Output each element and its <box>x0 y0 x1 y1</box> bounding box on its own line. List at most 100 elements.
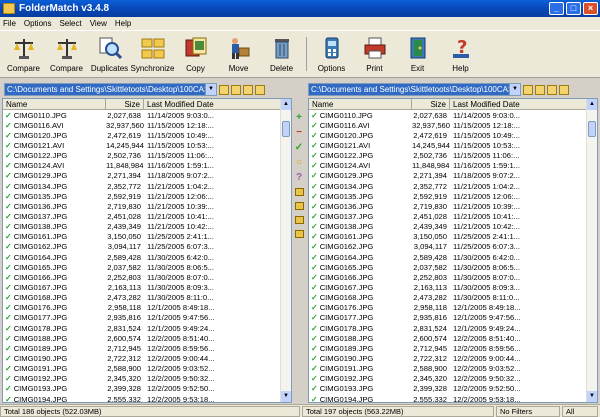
table-row[interactable]: ✓ CIMG0194.JPG 2,555,332 12/2/2005 9:53:18.… <box>3 394 291 403</box>
left-file-list[interactable]: Name Size Last Modified Date ✓ CIMG0110.J… <box>2 98 292 403</box>
column-header-name[interactable]: Name <box>309 99 412 109</box>
maximize-button[interactable]: □ <box>566 2 581 15</box>
table-row[interactable]: ✓ CIMG0178.JPG 2,831,524 12/1/2005 9:49:24.… <box>3 323 291 333</box>
menu-options[interactable]: Options <box>24 19 52 28</box>
column-header-date[interactable]: Last Modified Date <box>450 99 588 109</box>
scroll-thumb[interactable] <box>588 121 596 137</box>
table-row[interactable]: ✓ CIMG0190.JPG 2,722,312 12/2/2005 9:00:44.… <box>309 353 597 363</box>
folder-icon[interactable] <box>294 216 304 224</box>
table-row[interactable]: ✓ CIMG0166.JPG 2,252,803 11/30/2005 8:07:0.… <box>3 272 291 282</box>
table-row[interactable]: ✓ CIMG0122.JPG 2,502,736 11/15/2005 11:06:.… <box>3 151 291 161</box>
table-row[interactable]: ✓ CIMG0162.JPG 3,094,117 11/25/2005 6:07:3.… <box>3 242 291 252</box>
table-row[interactable]: ✓ CIMG0188.JPG 2,600,574 12/2/2005 8:51:40.… <box>309 333 597 343</box>
scroll-thumb[interactable] <box>282 121 290 137</box>
table-row[interactable]: ✓ CIMG0116.AVI 32,937,560 11/15/2005 12:18:… <box>3 120 291 130</box>
table-row[interactable]: ✓ CIMG0162.JPG 3,094,117 11/25/2005 6:07:3.… <box>309 242 597 252</box>
table-row[interactable]: ✓ CIMG0121.AVI 14,245,944 11/15/2005 10:53:… <box>309 140 597 150</box>
folder-open-icon[interactable] <box>219 84 229 95</box>
folder-new-icon[interactable] <box>243 84 253 95</box>
column-header-size[interactable]: Size <box>106 99 144 109</box>
column-header-size[interactable]: Size <box>412 99 450 109</box>
scroll-up-icon[interactable]: ▲ <box>281 99 291 110</box>
chevron-down-icon[interactable]: ▼ <box>509 84 520 95</box>
table-row[interactable]: ✓ CIMG0124.AVI 11,848,984 11/16/2005 1:59:1… <box>309 161 597 171</box>
table-row[interactable]: ✓ CIMG0189.JPG 2,712,945 12/2/2005 8:59:56.… <box>3 343 291 353</box>
table-row[interactable]: ✓ CIMG0190.JPG 2,722,312 12/2/2005 9:00:44.… <box>3 353 291 363</box>
exit-button[interactable]: Exit <box>396 31 439 77</box>
table-row[interactable]: ✓ CIMG0120.JPG 2,472,619 11/15/2005 10:49:.… <box>3 130 291 140</box>
folder-up-icon[interactable] <box>231 84 241 95</box>
question-icon[interactable]: ? <box>296 170 302 185</box>
compare-button[interactable]: Compare <box>2 31 45 77</box>
table-row[interactable]: ✓ CIMG0135.JPG 2,592,919 11/21/2005 12:06:.… <box>3 191 291 201</box>
delete-button[interactable]: Delete <box>260 31 303 77</box>
minus-icon[interactable]: − <box>296 125 302 140</box>
table-row[interactable]: ✓ CIMG0134.JPG 2,352,772 11/21/2005 1:04:2.… <box>3 181 291 191</box>
table-row[interactable]: ✓ CIMG0110.JPG 2,027,638 11/14/2005 9:03:0.… <box>3 110 291 120</box>
left-scrollbar[interactable]: ▲ ▼ <box>280 99 291 402</box>
minimize-button[interactable]: _ <box>549 2 564 15</box>
folder-open-icon[interactable] <box>523 84 533 95</box>
folder-icon[interactable] <box>294 230 304 238</box>
table-row[interactable]: ✓ CIMG0176.JPG 2,958,118 12/1/2005 8:49:18.… <box>309 303 597 313</box>
table-row[interactable]: ✓ CIMG0177.JPG 2,935,816 12/1/2005 9:47:56.… <box>309 313 597 323</box>
table-row[interactable]: ✓ CIMG0193.JPG 2,399,328 12/2/2005 9:52:50.… <box>3 384 291 394</box>
table-row[interactable]: ✓ CIMG0122.JPG 2,502,736 11/15/2005 11:06:.… <box>309 151 597 161</box>
right-scrollbar[interactable]: ▲ ▼ <box>586 99 597 402</box>
table-row[interactable]: ✓ CIMG0136.JPG 2,719,830 11/21/2005 10:39:.… <box>309 201 597 211</box>
table-row[interactable]: ✓ CIMG0177.JPG 2,935,816 12/1/2005 9:47:56.… <box>3 313 291 323</box>
compare-2-button[interactable]: Compare <box>45 31 88 77</box>
table-row[interactable]: ✓ CIMG0135.JPG 2,592,919 11/21/2005 12:06:.… <box>309 191 597 201</box>
table-row[interactable]: ✓ CIMG0178.JPG 2,831,524 12/1/2005 9:49:24.… <box>309 323 597 333</box>
table-row[interactable]: ✓ CIMG0189.JPG 2,712,945 12/2/2005 8:59:56.… <box>309 343 597 353</box>
print-button[interactable]: Print <box>353 31 396 77</box>
left-path-combo[interactable]: C:\Documents and Settings\Skittletoots\D… <box>4 83 217 96</box>
menu-select[interactable]: Select <box>59 19 81 28</box>
column-header-name[interactable]: Name <box>3 99 106 109</box>
circle-icon[interactable]: ○ <box>296 155 302 170</box>
right-file-list[interactable]: Name Size Last Modified Date ✓ CIMG0110.J… <box>308 98 598 403</box>
duplicates-button[interactable]: Duplicates <box>88 31 131 77</box>
plus-icon[interactable]: + <box>296 110 302 125</box>
table-row[interactable]: ✓ CIMG0165.JPG 2,037,582 11/30/2005 8:06:5.… <box>3 262 291 272</box>
table-row[interactable]: ✓ CIMG0192.JPG 2,345,320 12/2/2005 9:50:32.… <box>3 374 291 384</box>
table-row[interactable]: ✓ CIMG0116.AVI 32,937,560 11/15/2005 12:18:… <box>309 120 597 130</box>
table-row[interactable]: ✓ CIMG0164.JPG 2,589,428 11/30/2005 6:42:0.… <box>309 252 597 262</box>
table-row[interactable]: ✓ CIMG0191.JPG 2,588,900 12/2/2005 9:03:52.… <box>3 364 291 374</box>
folder-x-icon[interactable] <box>294 202 304 210</box>
synchronize-button[interactable]: Synchronize <box>130 31 175 77</box>
scroll-up-icon[interactable]: ▲ <box>587 99 597 110</box>
table-row[interactable]: ✓ CIMG0136.JPG 2,719,830 11/21/2005 10:39:.… <box>3 201 291 211</box>
table-row[interactable]: ✓ CIMG0165.JPG 2,037,582 11/30/2005 8:06:5.… <box>309 262 597 272</box>
table-row[interactable]: ✓ CIMG0120.JPG 2,472,619 11/15/2005 10:49:.… <box>309 130 597 140</box>
table-row[interactable]: ✓ CIMG0164.JPG 2,589,428 11/30/2005 6:42:0.… <box>3 252 291 262</box>
move-button[interactable]: Move <box>217 31 260 77</box>
table-row[interactable]: ✓ CIMG0161.JPG 3,150,050 11/25/2005 2:41:1.… <box>309 232 597 242</box>
menu-help[interactable]: Help <box>115 19 131 28</box>
table-row[interactable]: ✓ CIMG0188.JPG 2,600,574 12/2/2005 8:51:40.… <box>3 333 291 343</box>
scroll-down-icon[interactable]: ▼ <box>587 391 597 402</box>
table-row[interactable]: ✓ CIMG0138.JPG 2,439,349 11/21/2005 10:42:.… <box>3 222 291 232</box>
table-row[interactable]: ✓ CIMG0167.JPG 2,163,113 11/30/2005 8:09:3.… <box>3 282 291 292</box>
table-row[interactable]: ✓ CIMG0138.JPG 2,439,349 11/21/2005 10:42:.… <box>309 222 597 232</box>
table-row[interactable]: ✓ CIMG0191.JPG 2,588,900 12/2/2005 9:03:52.… <box>309 364 597 374</box>
table-row[interactable]: ✓ CIMG0129.JPG 2,271,394 11/18/2005 9:07:2.… <box>309 171 597 181</box>
table-row[interactable]: ✓ CIMG0134.JPG 2,352,772 11/21/2005 1:04:2.… <box>309 181 597 191</box>
table-row[interactable]: ✓ CIMG0137.JPG 2,451,028 11/21/2005 10:41:.… <box>309 211 597 221</box>
folder-icon[interactable] <box>294 188 304 196</box>
table-row[interactable]: ✓ CIMG0192.JPG 2,345,320 12/2/2005 9:50:32.… <box>309 374 597 384</box>
menu-view[interactable]: View <box>90 19 107 28</box>
folder-up-icon[interactable] <box>535 84 545 95</box>
check-icon[interactable]: ✓ <box>295 140 303 155</box>
right-path-combo[interactable]: C:\Documents and Settings\Skittletoots\D… <box>308 83 521 96</box>
folder-search-icon[interactable] <box>559 84 569 95</box>
chevron-down-icon[interactable]: ▼ <box>205 84 216 95</box>
menu-file[interactable]: File <box>3 19 16 28</box>
table-row[interactable]: ✓ CIMG0168.JPG 2,473,282 11/30/2005 8:11:0.… <box>309 293 597 303</box>
table-row[interactable]: ✓ CIMG0176.JPG 2,958,118 12/1/2005 8:49:18.… <box>3 303 291 313</box>
table-row[interactable]: ✓ CIMG0167.JPG 2,163,113 11/30/2005 8:09:3.… <box>309 282 597 292</box>
help-button[interactable]: ? Help <box>439 31 482 77</box>
table-row[interactable]: ✓ CIMG0124.AVI 11,848,984 11/16/2005 1:59:1… <box>3 161 291 171</box>
folder-new-icon[interactable] <box>547 84 557 95</box>
table-row[interactable]: ✓ CIMG0168.JPG 2,473,282 11/30/2005 8:11:0.… <box>3 293 291 303</box>
